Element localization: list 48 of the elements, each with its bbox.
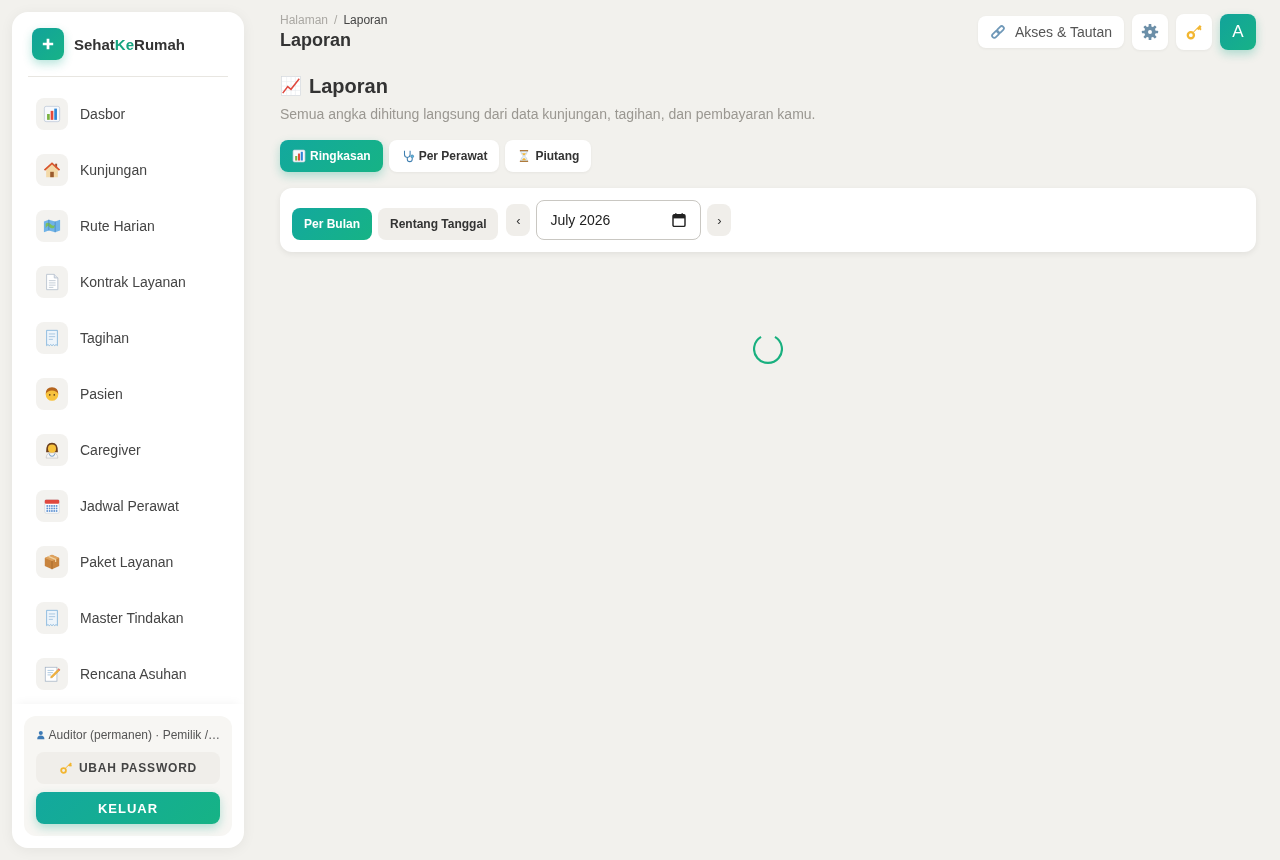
bar-chart-icon xyxy=(292,149,306,163)
nav-item[interactable]: Dasbor xyxy=(24,86,232,142)
map-icon xyxy=(36,210,68,242)
package-icon xyxy=(36,546,68,578)
nav-item[interactable]: Kunjungan xyxy=(24,142,232,198)
tab[interactable]: Piutang xyxy=(505,140,592,172)
plus-logo-icon xyxy=(32,28,64,60)
tab[interactable]: Per Perawat xyxy=(388,140,500,172)
calendar-icon xyxy=(36,490,68,522)
nav-item[interactable]: Pasien xyxy=(24,366,232,422)
nav-item[interactable]: Jadwal Perawat xyxy=(24,478,232,534)
previous-button[interactable]: ‹ xyxy=(506,204,531,236)
nav-item[interactable]: Rencana Asuhan xyxy=(24,646,232,702)
next-button[interactable]: › xyxy=(707,204,732,236)
nav-item[interactable]: Paket Layanan xyxy=(24,534,232,590)
key-icon xyxy=(58,761,73,775)
link-icon xyxy=(989,24,1006,40)
segment-button[interactable]: Rentang Tanggal xyxy=(378,208,499,240)
brand-name: SehatKeRumah xyxy=(74,35,185,53)
key-button[interactable] xyxy=(1176,14,1212,50)
person-icon xyxy=(36,728,46,742)
health-worker-icon xyxy=(36,434,68,466)
person-icon xyxy=(36,378,68,410)
nav-item[interactable]: Caregiver xyxy=(24,422,232,478)
page-header-title: Laporan xyxy=(280,29,352,52)
line-chart-icon xyxy=(280,75,302,97)
change-password-button[interactable]: UBAH PASSWORD xyxy=(36,752,220,784)
bar-chart-icon xyxy=(36,98,68,130)
settings-icon xyxy=(1141,23,1159,41)
calendar-icon xyxy=(671,212,688,228)
document-icon xyxy=(36,266,68,298)
settings-button[interactable] xyxy=(1132,14,1168,50)
nav-item[interactable]: Rute Harian xyxy=(24,198,232,254)
access-links-button[interactable]: Akses & Tautan xyxy=(977,16,1124,48)
nav-item[interactable]: Master Tindakan xyxy=(24,590,232,646)
breadcrumb-current: Laporan xyxy=(343,12,388,28)
nav-item[interactable]: Kontrak Layanan xyxy=(24,254,232,310)
month-field[interactable]: July 2026 xyxy=(536,200,702,240)
receipt-icon xyxy=(36,322,68,354)
page-title: Laporan xyxy=(309,74,388,99)
memo-icon xyxy=(36,658,68,690)
page-subtitle: Semua angka dihitung langsung dari data kunjungan, tagihan, dan pembayaran kamu. xyxy=(280,105,817,124)
nav-item[interactable]: Tagihan xyxy=(24,310,232,366)
account-role: Auditor (permanen) · Pemilik /… xyxy=(48,728,220,742)
receipt-icon xyxy=(36,602,68,634)
house-icon xyxy=(36,154,68,186)
key-icon xyxy=(1185,23,1203,41)
breadcrumb-separator: / xyxy=(334,12,338,28)
